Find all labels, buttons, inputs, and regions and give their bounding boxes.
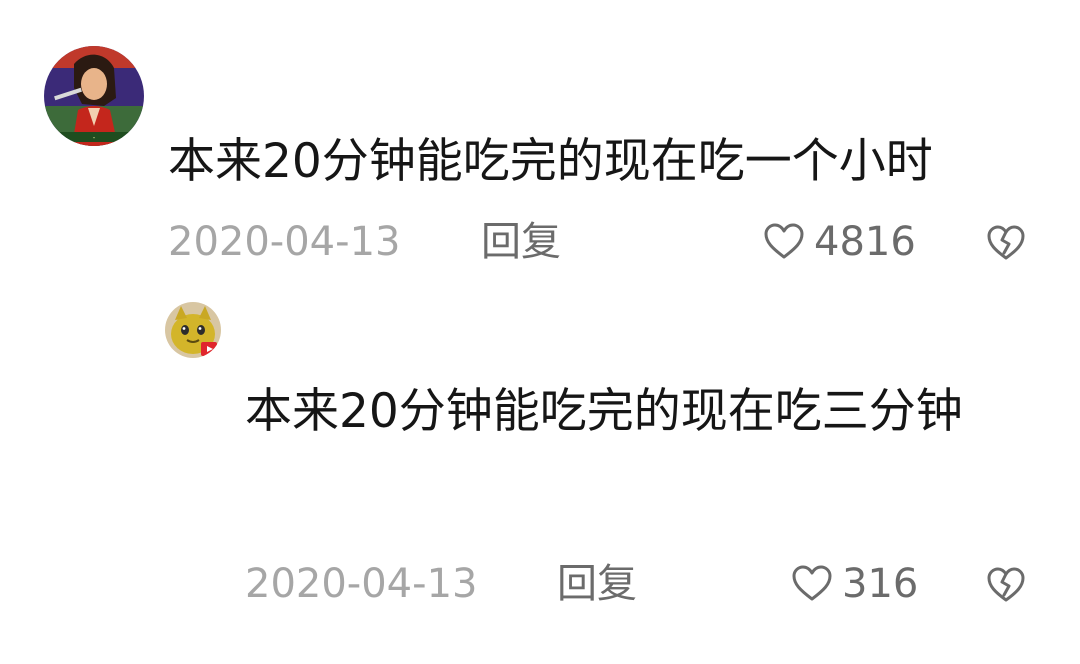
- heart-outline-icon: [764, 223, 804, 259]
- like-count: 4816: [814, 219, 916, 265]
- like-button[interactable]: 4816: [762, 218, 916, 266]
- fighter-avatar-icon: -: [44, 46, 144, 146]
- comment-text: 本来20分钟能吃完的现在吃三分钟: [245, 384, 963, 439]
- user-avatar[interactable]: [165, 302, 221, 358]
- like-button[interactable]: 316: [790, 560, 918, 608]
- reply-button[interactable]: 回复: [557, 560, 637, 608]
- heart-outline-icon: [792, 565, 832, 601]
- reply-button[interactable]: 回复: [481, 218, 561, 266]
- broken-heart-icon[interactable]: [985, 564, 1027, 606]
- yellow-character-avatar-icon: [165, 302, 221, 358]
- comment-date: 2020-04-13: [245, 561, 478, 607]
- broken-heart-icon[interactable]: [985, 222, 1027, 264]
- comment-date: 2020-04-13: [168, 219, 401, 265]
- comment-text: 本来20分钟能吃完的现在吃一个小时: [168, 134, 933, 189]
- user-avatar[interactable]: -: [44, 46, 144, 146]
- like-count: 316: [842, 561, 919, 607]
